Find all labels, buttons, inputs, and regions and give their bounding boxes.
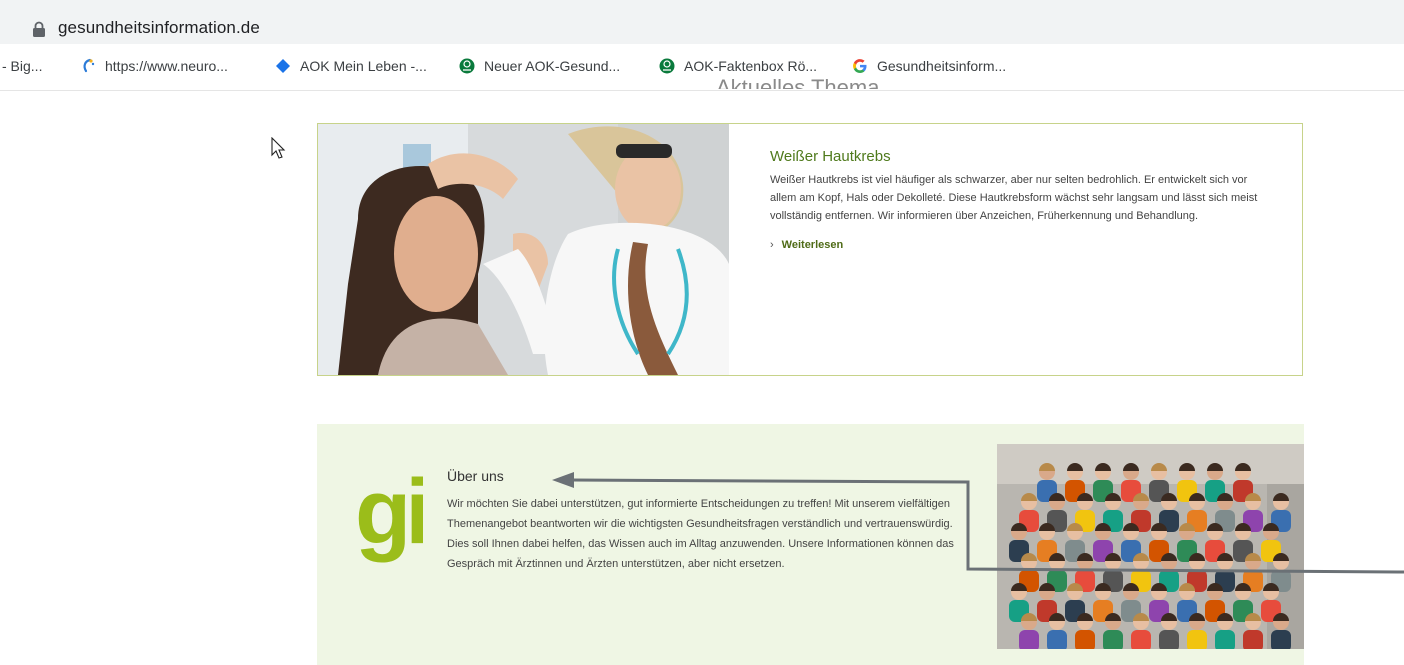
person-body bbox=[1019, 630, 1039, 649]
about-card: gi Über uns Wir möchten Sie dabei unters… bbox=[317, 424, 1304, 665]
aok-logo-icon bbox=[659, 58, 675, 74]
cursor-icon bbox=[271, 137, 286, 159]
google-icon bbox=[853, 59, 867, 73]
team-group-photo bbox=[997, 444, 1304, 649]
person-body bbox=[1271, 630, 1291, 649]
lock-icon bbox=[33, 21, 45, 37]
person-body bbox=[1103, 630, 1123, 649]
bookmark-label: Gesundheitsinform... bbox=[877, 58, 1007, 74]
weiterlesen-label[interactable]: Weiterlesen bbox=[782, 239, 844, 251]
about-title[interactable]: Über uns bbox=[447, 468, 967, 484]
bookmark-aok-mein-leben[interactable]: AOK Mein Leben -... bbox=[275, 58, 427, 74]
neuro-icon bbox=[83, 58, 95, 73]
about-body: Wir möchten Sie dabei unterstützen, gut … bbox=[447, 498, 954, 570]
bookmark-label: AOK Mein Leben -... bbox=[300, 58, 427, 74]
bookmark-label: https://www.neuro... bbox=[105, 58, 228, 74]
section-heading: Aktuelles Thema bbox=[716, 75, 880, 89]
person-body bbox=[1159, 630, 1179, 649]
person-body bbox=[1047, 630, 1067, 649]
doctor-examination-photo bbox=[318, 124, 729, 375]
diamond-icon bbox=[276, 59, 290, 73]
bookmark-gesundheitsinform[interactable]: Gesundheitsinform... bbox=[852, 58, 1006, 74]
bookmark-label: - Big... bbox=[2, 58, 43, 74]
bookmark-aok-faktenbox[interactable]: AOK-Faktenbox Rö... bbox=[659, 58, 817, 74]
address-bar[interactable]: gesundheitsinformation.de bbox=[0, 0, 1404, 44]
bookmark-neuer-aok[interactable]: Neuer AOK-Gesund... bbox=[459, 58, 620, 74]
person-body bbox=[1243, 630, 1263, 649]
omnibox[interactable]: gesundheitsinformation.de bbox=[0, 6, 1404, 44]
bookmark-big[interactable]: - Big... bbox=[2, 58, 42, 74]
feature-title[interactable]: Weißer Hautkrebs bbox=[770, 148, 1265, 165]
feature-body: Weißer Hautkrebs ist viel häufiger als s… bbox=[770, 174, 1258, 222]
feature-text: Weißer Hautkrebs Weißer Hautkrebs ist vi… bbox=[770, 148, 1265, 251]
bookmarks-bar: - Big... https://www.neuro... AOK Mein L… bbox=[0, 52, 1404, 86]
bookmark-label: Neuer AOK-Gesund... bbox=[484, 58, 621, 74]
bookmark-neuro[interactable]: https://www.neuro... bbox=[80, 58, 228, 74]
feature-card[interactable]: Weißer Hautkrebs Weißer Hautkrebs ist vi… bbox=[317, 123, 1303, 376]
person-body bbox=[1131, 630, 1151, 649]
gi-logo-text: gi bbox=[357, 471, 423, 563]
about-text: Über uns Wir möchten Sie dabei unterstüt… bbox=[447, 468, 967, 574]
divider bbox=[0, 90, 1404, 91]
person-body bbox=[1187, 630, 1207, 649]
person-body bbox=[1075, 630, 1095, 649]
url-text[interactable]: gesundheitsinformation.de bbox=[58, 18, 260, 38]
aok-logo-icon bbox=[459, 58, 475, 74]
gi-logo[interactable]: gi bbox=[357, 471, 423, 563]
chevron-right-icon: › bbox=[770, 239, 774, 251]
weiterlesen-link[interactable]: › Weiterlesen bbox=[770, 239, 1265, 251]
person-body bbox=[1215, 630, 1235, 649]
bookmark-label: AOK-Faktenbox Rö... bbox=[684, 58, 818, 74]
